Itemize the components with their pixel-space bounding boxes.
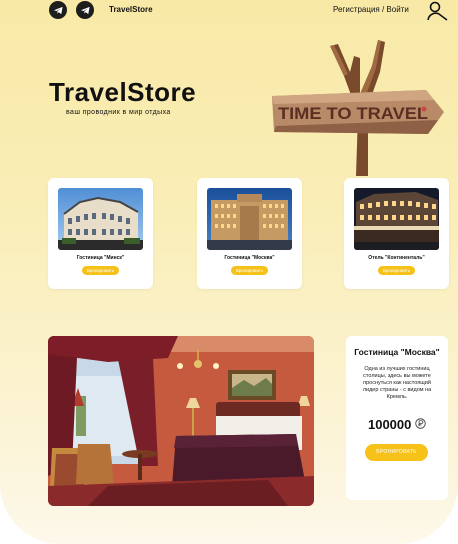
register-login-link[interactable]: Регистрация / Войти <box>333 5 409 14</box>
hotel-card-kontinental[interactable]: Отель "Континенталь" Бронировать <box>344 178 449 289</box>
hotel-card-minsk[interactable]: Гостиница "Минск" Бронировать <box>48 178 153 289</box>
user-icon[interactable] <box>426 0 450 27</box>
book-featured-button[interactable]: БРОНИРОВАТЬ <box>365 444 428 461</box>
book-button[interactable]: Бронировать <box>231 266 268 275</box>
sign-text: TIME TO TRAVEL <box>278 104 428 123</box>
hotel-card-moskva[interactable]: Гостиница "Москва" Бронировать <box>197 178 302 289</box>
hotel-kontinental-photo <box>354 188 439 250</box>
telegram-icon[interactable] <box>49 1 67 19</box>
featured-hotel-description: Одна из лучших гостиниц столицы, здесь в… <box>362 366 432 400</box>
top-header: TravelStore Регистрация / Войти <box>0 0 458 22</box>
hotel-moskva-photo <box>207 188 292 250</box>
hotel-card-title: Гостиница "Москва" <box>224 255 275 261</box>
telegram-icon[interactable] <box>76 1 94 19</box>
hero-subtitle: ваш проводник в мир отдыха <box>66 109 171 116</box>
time-to-travel-sign: TIME TO TRAVEL <box>272 40 444 176</box>
ruble-icon <box>415 418 426 429</box>
featured-hotel-card: Гостиница "Москва" Одна из лучших гостин… <box>346 336 448 500</box>
price-value: 100000 <box>367 417 412 432</box>
book-button[interactable]: Бронировать <box>82 266 119 275</box>
header-brand[interactable]: TravelStore <box>109 5 153 14</box>
hero-title: TravelStore <box>49 77 197 107</box>
featured-room-photo <box>48 336 314 506</box>
featured-hotel-price: 100000 <box>346 417 448 432</box>
book-button[interactable]: Бронировать <box>378 266 415 275</box>
hotel-card-title: Гостиница "Минск" <box>76 255 125 261</box>
hotel-minsk-photo <box>58 188 143 250</box>
featured-hotel-title: Гостиница "Москва" <box>354 347 440 357</box>
hotel-card-title: Отель "Континенталь" <box>368 255 425 261</box>
